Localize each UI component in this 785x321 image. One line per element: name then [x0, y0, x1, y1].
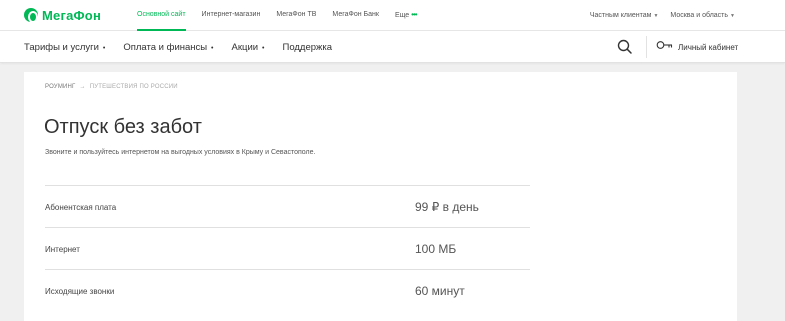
dropdown-dot-icon: •: [100, 44, 106, 52]
region-label: Москва и область: [670, 12, 729, 19]
chevron-down-icon: ▼: [653, 13, 659, 19]
chevron-down-icon: ▼: [730, 13, 735, 19]
segment-selector[interactable]: Частным клиентам ▼: [590, 12, 659, 19]
nav-item-label: Поддержка: [282, 41, 333, 53]
breadcrumb-roaming[interactable]: Роуминг: [45, 84, 76, 90]
page-title: Отпуск без забот: [44, 116, 202, 138]
dropdown-dot-icon: •: [260, 44, 265, 52]
row-label: Интернет: [45, 245, 80, 254]
region-selector[interactable]: Москва и область ▼: [670, 12, 735, 19]
top-link-megafon-tv[interactable]: МегаФон ТВ: [276, 0, 316, 31]
more-dots-icon: •••: [411, 10, 417, 19]
search-icon[interactable]: [616, 38, 634, 56]
nav-item-support[interactable]: Поддержка: [282, 42, 332, 53]
nav-divider: [646, 36, 647, 58]
nav-item-tariffs[interactable]: Тарифы и услуги •: [24, 42, 105, 53]
top-link-online-store[interactable]: Интернет-магазин: [202, 0, 261, 31]
breadcrumb-current: Путешествия по России: [89, 84, 178, 90]
top-link-megafon-bank[interactable]: МегаФон Банк: [332, 0, 379, 31]
nav-item-label: Оплата и финансы: [123, 41, 208, 53]
nav-item-payment[interactable]: Оплата и финансы •: [123, 42, 213, 53]
row-label: Абонентская плата: [45, 203, 117, 212]
segment-label: Частным клиентам: [589, 12, 652, 19]
top-right-controls: Частным клиентам ▼ Москва и область ▼: [590, 0, 735, 31]
megafon-logo-icon: [24, 8, 38, 23]
breadcrumb: Роуминг → Путешествия по России: [45, 84, 178, 90]
main-nav: Тарифы и услуги • Оплата и финансы • Акц…: [0, 31, 785, 63]
row-value: 99 ₽ в день: [415, 200, 479, 214]
nav-item-label: Тарифы и услуги: [24, 41, 99, 53]
top-link-main-site[interactable]: Основной сайт: [137, 0, 186, 31]
tariff-table: Абонентская плата 99 ₽ в день Интернет 1…: [45, 185, 530, 311]
logo-text: МегаФон: [42, 7, 101, 23]
top-bar: МегаФон Основной сайт Интернет-магазин М…: [0, 0, 785, 31]
nav-item-promotions[interactable]: Акции •: [232, 42, 265, 53]
table-row: Абонентская плата 99 ₽ в день: [45, 185, 530, 227]
more-label: Еще: [394, 12, 410, 19]
key-icon: [656, 38, 674, 56]
table-row: Исходящие звонки 60 минут: [45, 269, 530, 311]
row-value: 100 МБ: [415, 242, 457, 256]
row-label: Исходящие звонки: [45, 287, 115, 296]
page-subtitle: Звоните и пользуйтесь интернетом на выго…: [45, 149, 316, 156]
top-links: Основной сайт Интернет-магазин МегаФон Т…: [137, 0, 433, 31]
nav-item-label: Акции: [231, 41, 259, 53]
personal-account-label: Личный кабинет: [678, 42, 739, 52]
top-link-more[interactable]: Еще •••: [394, 0, 418, 31]
personal-account-link[interactable]: Личный кабинет: [656, 31, 738, 63]
breadcrumb-arrow-icon: →: [79, 84, 86, 90]
table-row: Интернет 100 МБ: [45, 227, 530, 269]
megafon-logo[interactable]: МегаФон: [24, 6, 101, 24]
dropdown-dot-icon: •: [209, 44, 214, 52]
nav-items: Тарифы и услуги • Оплата и финансы • Акц…: [24, 31, 332, 63]
row-value: 60 минут: [415, 284, 465, 298]
content-card: Роуминг → Путешествия по России Отпуск б…: [24, 72, 737, 321]
